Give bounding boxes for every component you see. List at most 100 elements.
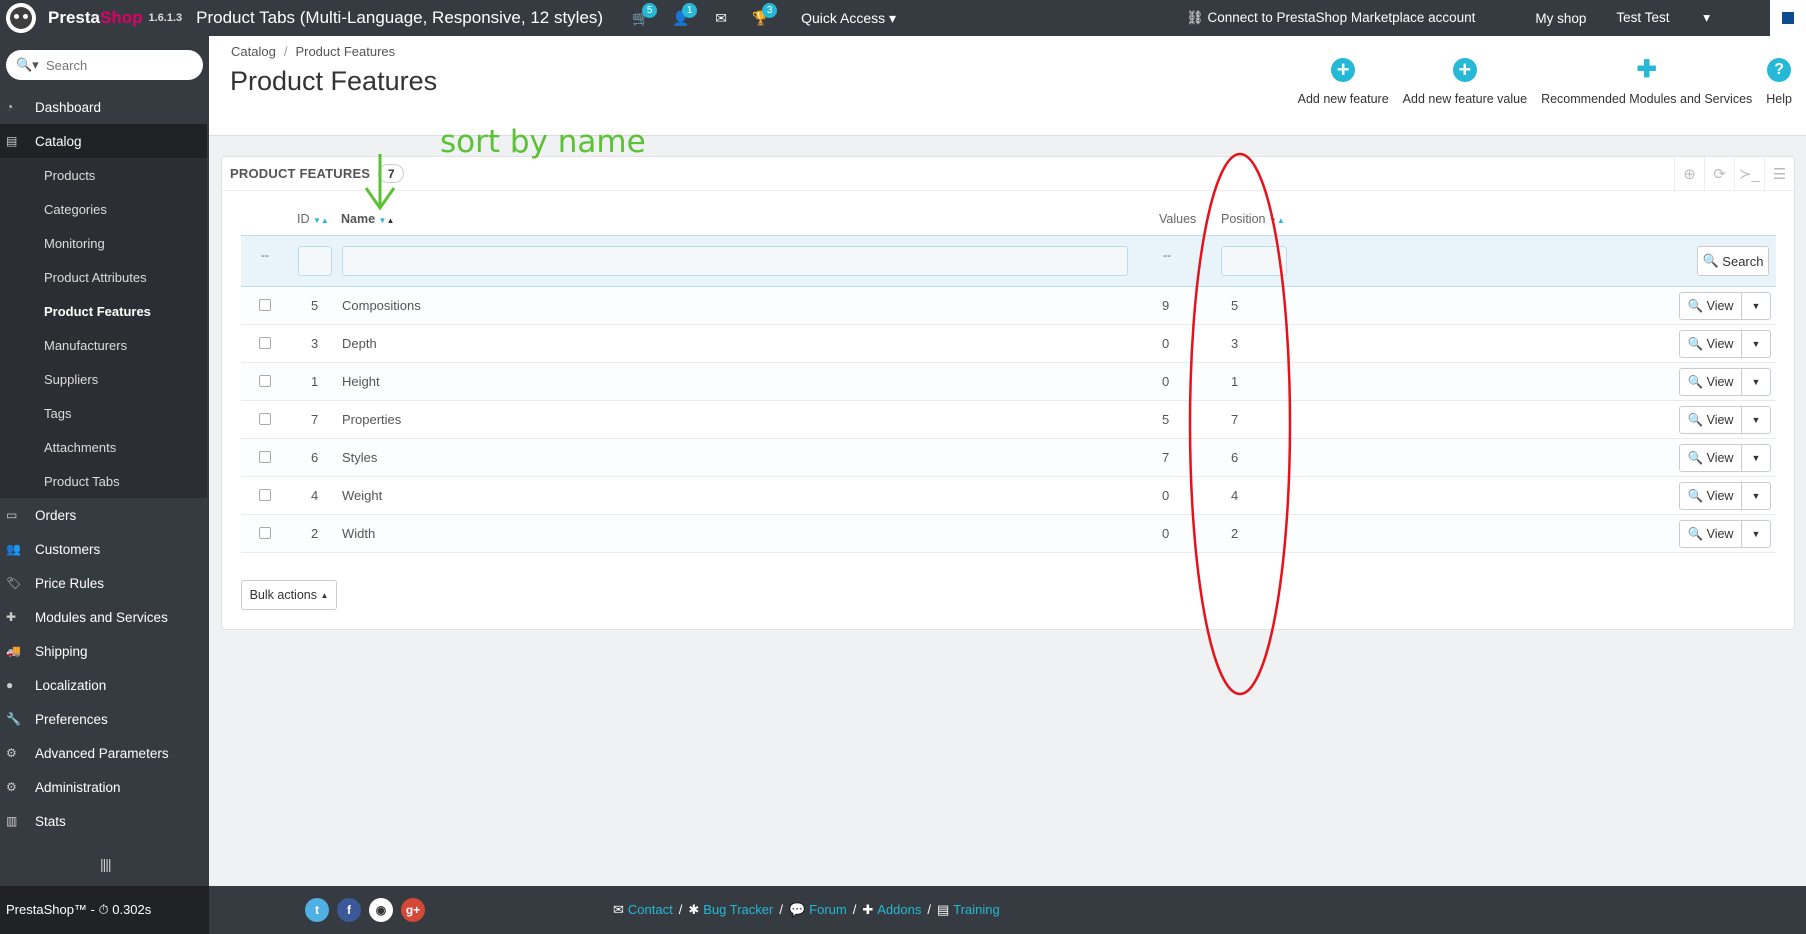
add-new-feature-button[interactable]: + Add new feature — [1298, 58, 1389, 107]
messages-button[interactable]: ✉ — [701, 0, 741, 36]
add-new-feature-value-button[interactable]: + Add new feature value — [1403, 58, 1527, 107]
github-icon[interactable]: ◉ — [369, 898, 393, 922]
filter-position-input[interactable] — [1221, 246, 1287, 276]
sidebar-item-preferences[interactable]: 🔧 Preferences — [0, 702, 209, 736]
search-button[interactable]: 🔍 Search — [1697, 246, 1769, 276]
sidebar-search[interactable]: 🔍▾ — [6, 50, 203, 80]
google-plus-icon[interactable]: g+ — [401, 898, 425, 922]
sidebar-item-price-rules[interactable]: 🏷 Price Rules — [0, 566, 209, 600]
row-checkbox[interactable] — [259, 527, 271, 539]
submenu-item-monitoring[interactable]: Monitoring — [0, 226, 207, 260]
filter-name-input[interactable] — [342, 246, 1128, 276]
my-shop-link[interactable]: My shop — [1535, 11, 1586, 26]
table-row[interactable]: 5 Compositions 9 5 🔍 View ▼ — [241, 287, 1776, 325]
logo[interactable]: PrestaShop 1.6.1.3 — [0, 0, 182, 36]
recommended-modules-button[interactable]: ✚ Recommended Modules and Services — [1541, 58, 1752, 107]
annotation-sort-by-name: sort by name — [440, 124, 646, 160]
view-button[interactable]: 🔍 View ▼ — [1679, 482, 1771, 510]
quick-access-dropdown[interactable]: Quick Access ▾ — [801, 10, 896, 27]
submenu-item-attachments[interactable]: Attachments — [0, 430, 207, 464]
sort-desc-icon[interactable]: ▼ — [1269, 216, 1277, 225]
breadcrumb-catalog[interactable]: Catalog — [231, 44, 276, 59]
search-icon[interactable]: 🔍▾ — [16, 57, 46, 73]
sidebar-item-customers[interactable]: 👥 Customers — [0, 532, 209, 566]
sort-asc-icon[interactable]: ▲ — [386, 216, 394, 225]
employee-avatar[interactable] — [1770, 0, 1806, 36]
sort-asc-icon[interactable]: ▲ — [321, 216, 329, 225]
row-checkbox[interactable] — [259, 375, 271, 387]
add-new-tool[interactable]: ⊕ — [1674, 156, 1704, 191]
sidebar-item-dashboard[interactable]: ◔ Dashboard — [0, 90, 209, 124]
table-row[interactable]: 6 Styles 7 6 🔍 View ▼ — [241, 439, 1776, 477]
caret-down-icon[interactable]: ▼ — [1742, 483, 1770, 509]
sidebar-item-catalog[interactable]: ▤ Catalog — [0, 124, 207, 158]
submenu-item-tags[interactable]: Tags — [0, 396, 207, 430]
search-input[interactable] — [46, 57, 186, 73]
caret-down-icon[interactable]: ▼ — [1742, 369, 1770, 395]
help-button[interactable]: ? Help — [1766, 58, 1792, 106]
submenu-item-suppliers[interactable]: Suppliers — [0, 362, 207, 396]
sidebar-item-localization[interactable]: ● Localization — [0, 668, 209, 702]
view-button[interactable]: 🔍 View ▼ — [1679, 444, 1771, 472]
view-button[interactable]: 🔍 View ▼ — [1679, 520, 1771, 548]
row-checkbox[interactable] — [259, 489, 271, 501]
row-checkbox[interactable] — [259, 413, 271, 425]
footer-link-training[interactable]: Training — [953, 902, 999, 918]
zoom-icon: 🔍 — [1687, 298, 1704, 313]
shop-title[interactable]: Product Tabs (Multi-Language, Responsive… — [196, 8, 603, 28]
view-button[interactable]: 🔍 View ▼ — [1679, 330, 1771, 358]
brand-name: PrestaShop — [48, 8, 143, 27]
twitter-icon[interactable]: t — [305, 898, 329, 922]
caret-down-icon[interactable]: ▼ — [1742, 293, 1770, 319]
row-checkbox[interactable] — [259, 299, 271, 311]
facebook-icon[interactable]: f — [337, 898, 361, 922]
sidebar-item-stats[interactable]: ▥ Stats — [0, 804, 209, 838]
sidebar-item-shipping[interactable]: 🚚 Shipping — [0, 634, 209, 668]
panel-title: PRODUCT FEATURES — [230, 166, 371, 181]
submenu-item-product-attributes[interactable]: Product Attributes — [0, 260, 207, 294]
view-button[interactable]: 🔍 View ▼ — [1679, 406, 1771, 434]
trophy-button[interactable]: 🏆 3 — [741, 0, 781, 36]
caret-down-icon[interactable]: ▼ — [1742, 445, 1770, 471]
table-row[interactable]: 1 Height 0 1 🔍 View ▼ — [241, 363, 1776, 401]
submenu-item-categories[interactable]: Categories — [0, 192, 207, 226]
sql-query-tool[interactable]: ≻_ — [1734, 156, 1764, 191]
footer-link-forum[interactable]: Forum — [809, 902, 847, 918]
sort-desc-icon[interactable]: ▼ — [313, 216, 321, 225]
envelope-icon: ✉ — [715, 9, 727, 26]
filter-id-input[interactable] — [298, 246, 332, 276]
user-menu[interactable]: Test Test ▾ — [1616, 10, 1740, 26]
row-checkbox[interactable] — [259, 451, 271, 463]
view-button[interactable]: 🔍 View ▼ — [1679, 292, 1771, 320]
submenu-item-product-features[interactable]: Product Features — [0, 294, 207, 328]
submenu-item-product-tabs[interactable]: Product Tabs — [0, 464, 207, 498]
sidebar-item-orders[interactable]: ▭ Orders — [0, 498, 209, 532]
table-row[interactable]: 7 Properties 5 7 🔍 View ▼ — [241, 401, 1776, 439]
footer-link-bug-tracker[interactable]: Bug Tracker — [703, 902, 773, 918]
cart-button[interactable]: 🛒 5 — [621, 0, 661, 36]
table-row[interactable]: 3 Depth 0 3 🔍 View ▼ — [241, 325, 1776, 363]
sort-asc-icon[interactable]: ▲ — [1277, 216, 1285, 225]
table-row[interactable]: 2 Width 0 2 🔍 View ▼ — [241, 515, 1776, 553]
row-checkbox[interactable] — [259, 337, 271, 349]
view-button[interactable]: 🔍 View ▼ — [1679, 368, 1771, 396]
caret-down-icon[interactable]: ▼ — [1742, 521, 1770, 547]
zoom-icon: 🔍 — [1687, 450, 1704, 465]
credit-card-icon: ▭ — [6, 508, 18, 522]
footer-link-contact[interactable]: Contact — [628, 902, 673, 918]
submenu-item-manufacturers[interactable]: Manufacturers — [0, 328, 207, 362]
customer-button[interactable]: 👤 1 — [661, 0, 701, 36]
refresh-tool[interactable]: ⟳ — [1704, 156, 1734, 191]
submenu-item-products[interactable]: Products — [0, 158, 207, 192]
footer-link-addons[interactable]: Addons — [877, 902, 921, 918]
table-row[interactable]: 4 Weight 0 4 🔍 View ▼ — [241, 477, 1776, 515]
caret-down-icon[interactable]: ▼ — [1742, 331, 1770, 357]
sidebar-item-advanced-parameters[interactable]: ⚙ Advanced Parameters — [0, 736, 209, 770]
sidebar-item-administration[interactable]: ⚙ Administration — [0, 770, 209, 804]
bulk-actions-button[interactable]: Bulk actions ▲ — [241, 580, 337, 610]
sidebar-item-modules[interactable]: ✚ Modules and Services — [0, 600, 209, 634]
sidebar-collapse-handle[interactable]: |||| — [100, 856, 112, 872]
marketplace-link[interactable]: ⛓ Connect to PrestaShop Marketplace accou… — [1186, 10, 1505, 26]
export-tool[interactable]: ☰ — [1764, 156, 1794, 191]
caret-down-icon[interactable]: ▼ — [1742, 407, 1770, 433]
